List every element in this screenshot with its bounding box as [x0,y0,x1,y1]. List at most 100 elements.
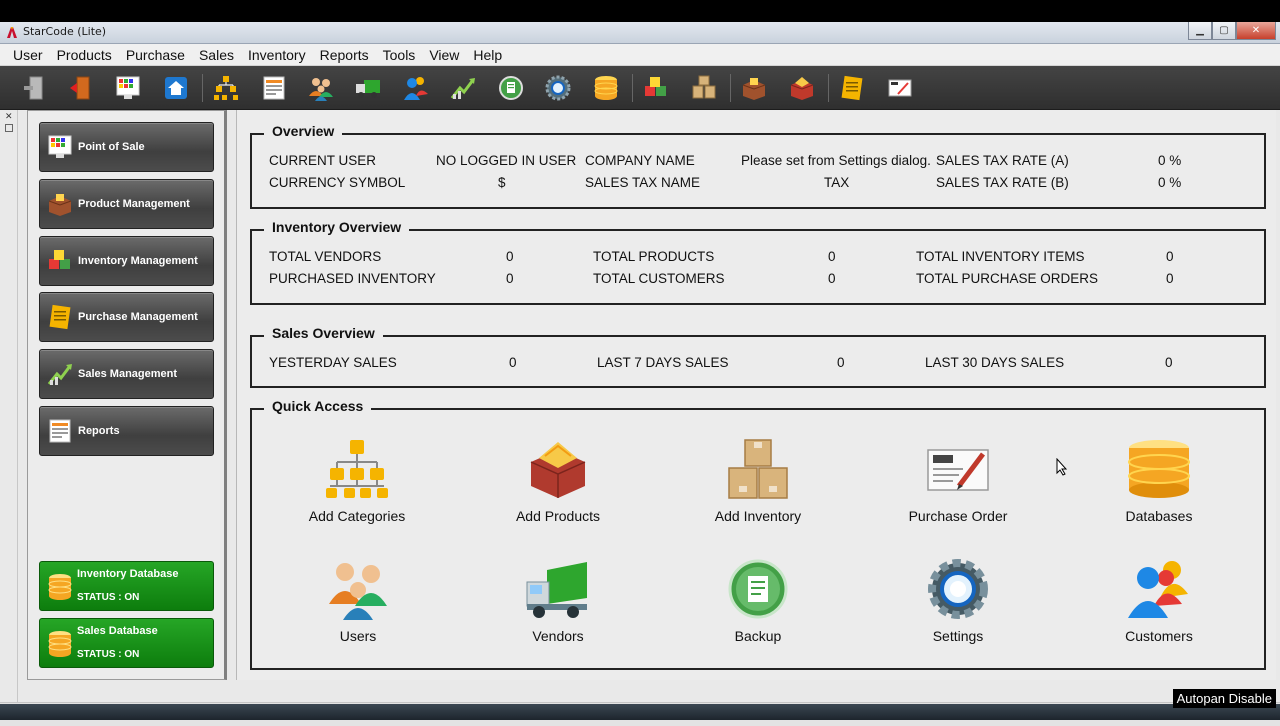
quick-purchase-order[interactable]: Purchase Order [883,438,1033,524]
toolbar-add-inventory-button[interactable] [688,72,720,104]
total-customers-label: TOTAL CUSTOMERS [593,271,725,286]
toolbar-sales-button[interactable] [447,72,479,104]
quick-access-group: Quick Access Add Categories Add Products… [250,398,1266,670]
toolbar-inventory-button[interactable] [640,72,672,104]
toolbar-users-button[interactable] [305,72,337,104]
nav-point-of-sale[interactable]: Point of Sale [39,122,214,172]
quick-add-categories[interactable]: Add Categories [282,438,432,524]
menu-sales[interactable]: Sales [192,47,241,63]
menu-products[interactable]: Products [50,47,119,63]
title-bar: StarCode (Lite) ▁ ▢ ✕ [0,22,1280,44]
quick-add-inventory[interactable]: Add Inventory [683,438,833,524]
nav-label: Purchase Management [78,311,198,323]
menu-view[interactable]: View [422,47,466,63]
total-vendors-value: 0 [506,249,514,264]
users-icon [329,563,387,620]
quick-users[interactable]: Users [283,558,433,644]
toolbar-product-button[interactable] [738,72,770,104]
quick-backup[interactable]: Backup [683,558,833,644]
toolbar-logout-button[interactable] [18,72,50,104]
sales-tax-rate-b-label: SALES TAX RATE (B) [936,175,1069,190]
sales-tax-rate-a-label: SALES TAX RATE (A) [936,153,1069,168]
menu-tools[interactable]: Tools [376,47,423,63]
settings-icon [545,75,571,101]
nav-inventory-management[interactable]: Inventory Management [39,236,214,286]
quick-databases[interactable]: Databases [1084,438,1234,524]
quick-label: Settings [932,628,984,644]
menu-bar: User Products Purchase Sales Inventory R… [0,44,1280,66]
current-user-value: NO LOGGED IN USER [436,153,577,168]
nav-purchase-management[interactable]: Purchase Management [39,292,214,342]
currency-symbol-label: CURRENCY SYMBOL [269,175,406,190]
toolbar-add-product-button[interactable] [786,72,818,104]
toolbar-purchase-button[interactable] [836,72,868,104]
quick-add-products[interactable]: Add Products [483,438,633,524]
db-label: Inventory Database [77,568,179,580]
dashboard-main: Overview CURRENT USER NO LOGGED IN USER … [236,110,1276,680]
add-inventory-icon [692,75,716,99]
toolbar-categories-button[interactable] [210,72,242,104]
vendors-icon [526,562,587,618]
menu-help[interactable]: Help [466,47,509,63]
menu-inventory[interactable]: Inventory [241,47,313,63]
screen-top-strip [0,0,1280,22]
total-products-label: TOTAL PRODUCTS [593,249,715,264]
quick-vendors[interactable]: Vendors [483,558,633,644]
menu-purchase[interactable]: Purchase [119,47,192,63]
maximize-button[interactable]: ▢ [1212,22,1236,40]
toolbar-customers-button[interactable] [400,72,432,104]
last-30-days-sales-label: LAST 30 DAYS SALES [925,355,1065,370]
total-inventory-items-label: TOTAL INVENTORY ITEMS [916,249,1085,264]
nav-sales-management[interactable]: Sales Management [39,349,214,399]
db-status: STATUS : ON [77,592,140,603]
toolbar-pos-button[interactable] [112,72,144,104]
purchase-order-icon [888,79,912,97]
toolbar-home-button[interactable] [160,72,192,104]
minimize-button[interactable]: ▁ [1188,22,1212,40]
logout-icon [24,76,43,100]
purchased-inventory-value: 0 [506,271,514,286]
exit-icon [70,76,90,100]
product-icon [742,78,766,100]
toolbar-purchase-order-button[interactable] [884,72,916,104]
toolbar-reports-button[interactable] [258,72,290,104]
nav-reports[interactable]: Reports [39,406,214,456]
quick-settings[interactable]: Settings [883,558,1033,644]
sales-database-status[interactable]: Sales Database STATUS : ON [39,618,214,668]
inventory-icon [645,77,666,96]
total-customers-value: 0 [828,271,836,286]
last-30-days-sales-value: 0 [1165,355,1173,370]
quick-customers[interactable]: Customers [1084,558,1234,644]
inventory-overview-title: Inventory Overview [264,219,410,235]
add-product-icon [530,442,586,498]
categories-icon [214,76,238,100]
inventory-database-status[interactable]: Inventory Database STATUS : ON [39,561,214,611]
database-icon [1128,440,1190,498]
yesterday-sales-value: 0 [509,355,517,370]
menu-user[interactable]: User [6,47,50,63]
toolbar-backup-button[interactable] [495,72,527,104]
last-7-days-sales-value: 0 [837,355,845,370]
product-icon [48,194,72,216]
toolbar-vendors-button[interactable] [352,72,384,104]
dock-pin-icon[interactable] [5,124,13,132]
quick-label: Purchase Order [908,508,1008,524]
toolbar-database-button[interactable] [590,72,622,104]
sales-overview-title: Sales Overview [264,325,383,341]
customers-icon [404,77,428,100]
sales-overview-group: Sales Overview YESTERDAY SALES 0 LAST 7 … [250,325,1266,388]
quick-label: Add Inventory [714,508,802,524]
dock-close-icon[interactable]: ✕ [5,112,13,122]
menu-reports[interactable]: Reports [313,47,376,63]
total-purchase-orders-value: 0 [1166,271,1174,286]
close-button[interactable]: ✕ [1236,22,1276,40]
database-icon [594,76,618,100]
db-status: STATUS : ON [77,649,140,660]
nav-product-management[interactable]: Product Management [39,179,214,229]
toolbar-settings-button[interactable] [542,72,574,104]
total-inventory-items-value: 0 [1166,249,1174,264]
sales-tax-name-label: SALES TAX NAME [585,175,701,190]
db-label: Sales Database [77,625,158,637]
toolbar-exit-button[interactable] [65,72,97,104]
reports-icon [263,76,285,100]
